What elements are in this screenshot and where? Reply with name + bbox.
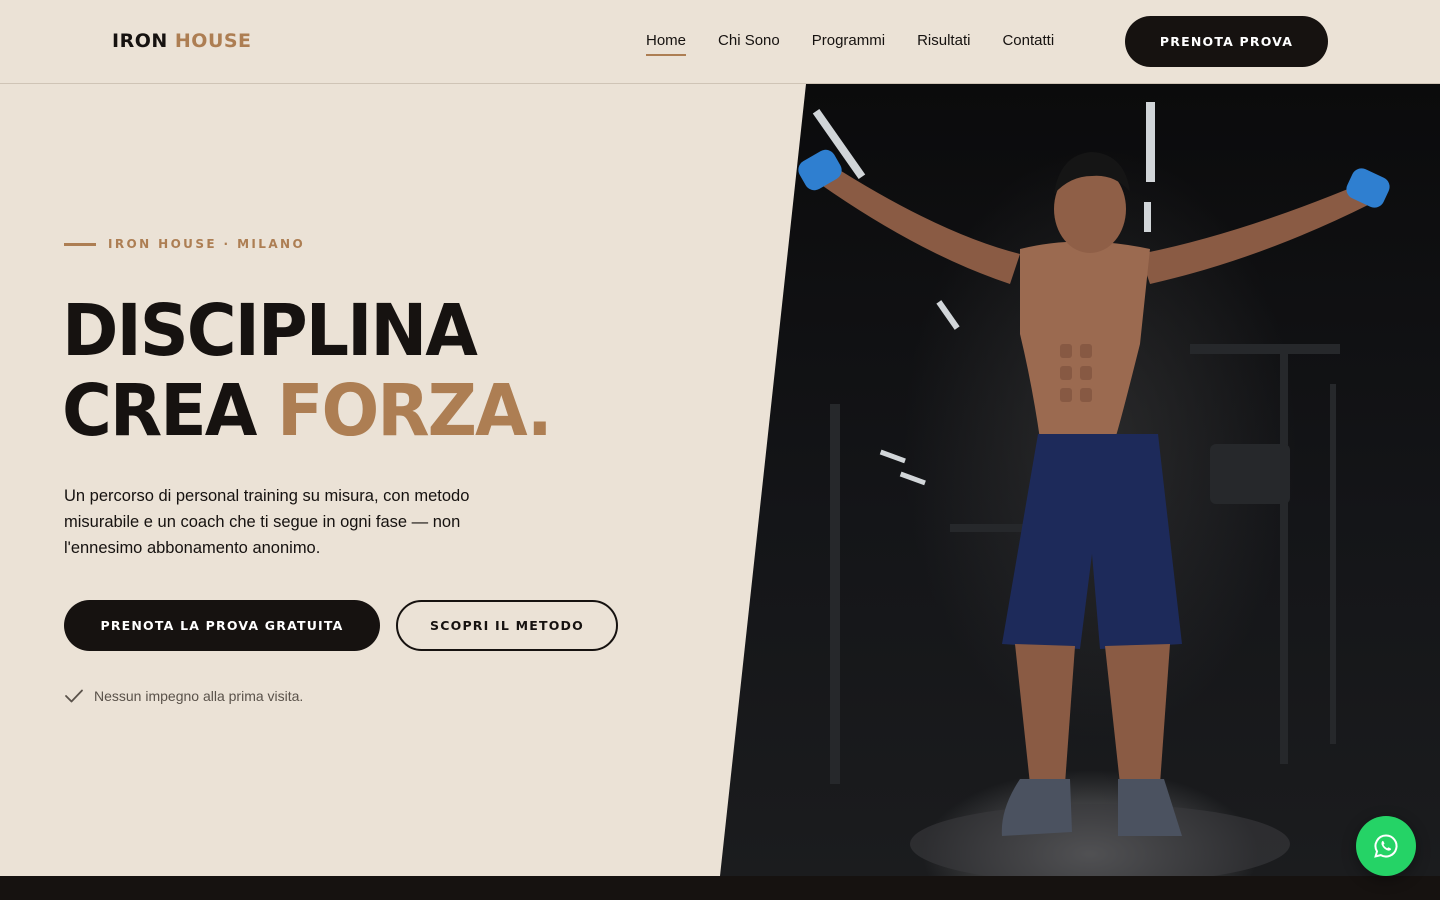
logo-text-house: HOUSE	[174, 30, 252, 52]
headline-line2-part1: CREA	[62, 369, 257, 453]
nav-item-programmi[interactable]: Programmi	[812, 32, 885, 53]
athlete-illustration	[798, 102, 1390, 876]
hero-lead-text: Un percorso di personal training su misu…	[64, 487, 470, 557]
headline-line2-accent: FORZA.	[277, 369, 553, 453]
whatsapp-icon	[1374, 834, 1398, 858]
hero-headline: DISCIPLINA CREA FORZA.	[62, 289, 553, 453]
eyebrow-divider	[64, 242, 96, 246]
main-nav: Home Chi Sono Programmi Risultati Contat…	[646, 32, 1054, 56]
book-free-trial-button[interactable]: PRENOTA LA PROVA GRATUITA	[64, 600, 380, 651]
hero-eyebrow: IRON HOUSE · MILANO	[64, 237, 305, 251]
headline-line1: DISCIPLINA	[62, 289, 478, 373]
nav-item-contatti[interactable]: Contatti	[1002, 32, 1054, 53]
book-trial-button[interactable]: PRENOTA PROVA	[1125, 16, 1328, 67]
logo-text-iron: IRON	[112, 30, 168, 52]
site-header: IRON HOUSE Home Chi Sono Programmi Risul…	[0, 0, 1440, 84]
next-section-strip	[0, 876, 1440, 900]
nav-item-home[interactable]: Home	[646, 32, 687, 56]
logo[interactable]: IRON HOUSE	[112, 30, 252, 52]
note-text: Nessun impegno alla prima visita.	[94, 688, 304, 704]
nav-item-chi-sono[interactable]: Chi Sono	[718, 32, 780, 53]
discover-method-button[interactable]: SCOPRI IL METODO	[396, 600, 618, 651]
check-icon	[65, 689, 83, 703]
hero-image	[720, 84, 1440, 876]
eyebrow-text: IRON HOUSE · MILANO	[108, 237, 306, 251]
no-commitment-note: Nessun impegno alla prima visita.	[64, 688, 303, 704]
nav-item-risultati[interactable]: Risultati	[917, 32, 970, 53]
whatsapp-button[interactable]	[1356, 816, 1416, 876]
